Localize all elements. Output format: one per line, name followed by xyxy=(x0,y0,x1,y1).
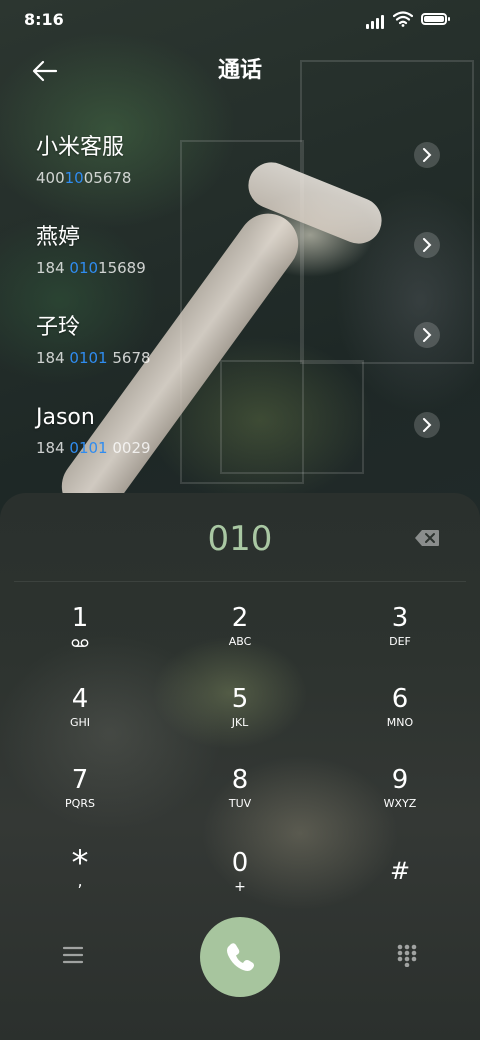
contact-item[interactable]: Jason 184 0101 0029 xyxy=(0,404,480,484)
contact-detail-button[interactable] xyxy=(414,322,440,348)
key-4[interactable]: 4 GHI xyxy=(10,684,150,754)
key-letters: + xyxy=(234,879,246,895)
chevron-right-icon xyxy=(423,238,432,252)
key-digit: 0 xyxy=(231,848,249,878)
key-0[interactable]: 0 + xyxy=(170,848,310,918)
key-letters: WXYZ xyxy=(383,797,417,810)
divider xyxy=(14,581,466,582)
key-5[interactable]: 5 JKL xyxy=(170,684,310,754)
key-hash[interactable]: # xyxy=(330,848,470,918)
key-9[interactable]: 9 WXYZ xyxy=(330,765,470,835)
key-digit: 5 xyxy=(231,684,249,714)
key-letters: ABC xyxy=(228,635,252,648)
backspace-icon[interactable] xyxy=(414,529,440,547)
key-letters: GHI xyxy=(69,716,91,729)
status-bar: 8:16 xyxy=(0,0,480,40)
key-digit: 4 xyxy=(71,684,89,714)
contact-item[interactable]: 小米客服 4001005678 xyxy=(0,134,480,214)
key-1[interactable]: 1 xyxy=(10,603,150,673)
battery-icon xyxy=(421,13,450,25)
contact-name: 小米客服 xyxy=(36,135,125,160)
contact-number: 184 0101 0029 xyxy=(36,439,151,457)
key-8[interactable]: 8 TUV xyxy=(170,765,310,835)
phone-icon xyxy=(227,943,254,971)
key-2[interactable]: 2 ABC xyxy=(170,603,310,673)
voicemail-icon xyxy=(71,639,89,647)
key-letters: DEF xyxy=(389,635,411,648)
contact-detail-button[interactable] xyxy=(414,412,440,438)
contact-number: 184 0101 5678 xyxy=(36,349,151,367)
key-letters: TUV xyxy=(228,797,252,810)
chevron-right-icon xyxy=(423,328,432,342)
key-7[interactable]: 7 PQRS xyxy=(10,765,150,835)
key-letters: PQRS xyxy=(65,797,95,810)
wifi-icon xyxy=(393,11,413,27)
page-title: 通话 xyxy=(217,58,262,83)
signal-icon xyxy=(366,13,388,29)
dial-input[interactable]: 010 xyxy=(0,517,480,561)
key-digit: # xyxy=(389,857,411,885)
contact-detail-button[interactable] xyxy=(414,142,440,168)
contact-name: 燕婷 xyxy=(36,225,81,250)
dialpad-panel: 010 1 2 ABC 3 DEF 4 GHI 5 JKL 6 MNO 7 PQ… xyxy=(0,493,480,1040)
key-letters: MNO xyxy=(386,716,414,729)
status-time: 8:16 xyxy=(24,10,64,29)
key-digit: 1 xyxy=(71,603,89,633)
key-letters: JKL xyxy=(231,716,249,729)
call-button[interactable] xyxy=(200,917,280,997)
chevron-right-icon xyxy=(423,418,432,432)
contact-detail-button[interactable] xyxy=(414,232,440,258)
key-digit: 3 xyxy=(391,603,409,633)
key-digit: 7 xyxy=(71,765,89,795)
key-digit: 9 xyxy=(391,765,409,795)
contact-name: 子玲 xyxy=(36,315,81,340)
key-3[interactable]: 3 DEF xyxy=(330,603,470,673)
key-digit: 6 xyxy=(391,684,409,714)
key-digit: 8 xyxy=(231,765,249,795)
dialpad-icon[interactable] xyxy=(396,943,418,967)
contact-name: Jason xyxy=(36,405,95,430)
chevron-right-icon xyxy=(423,148,432,162)
key-digit: 2 xyxy=(231,603,249,633)
key-letters: , xyxy=(77,871,83,890)
menu-icon[interactable] xyxy=(62,945,84,965)
key-6[interactable]: 6 MNO xyxy=(330,684,470,754)
contact-item[interactable]: 燕婷 184 01015689 xyxy=(0,224,480,304)
key-star[interactable]: * , xyxy=(10,846,150,918)
contact-number: 4001005678 xyxy=(36,169,132,187)
contact-number: 184 01015689 xyxy=(36,259,146,277)
contact-item[interactable]: 子玲 184 0101 5678 xyxy=(0,314,480,394)
